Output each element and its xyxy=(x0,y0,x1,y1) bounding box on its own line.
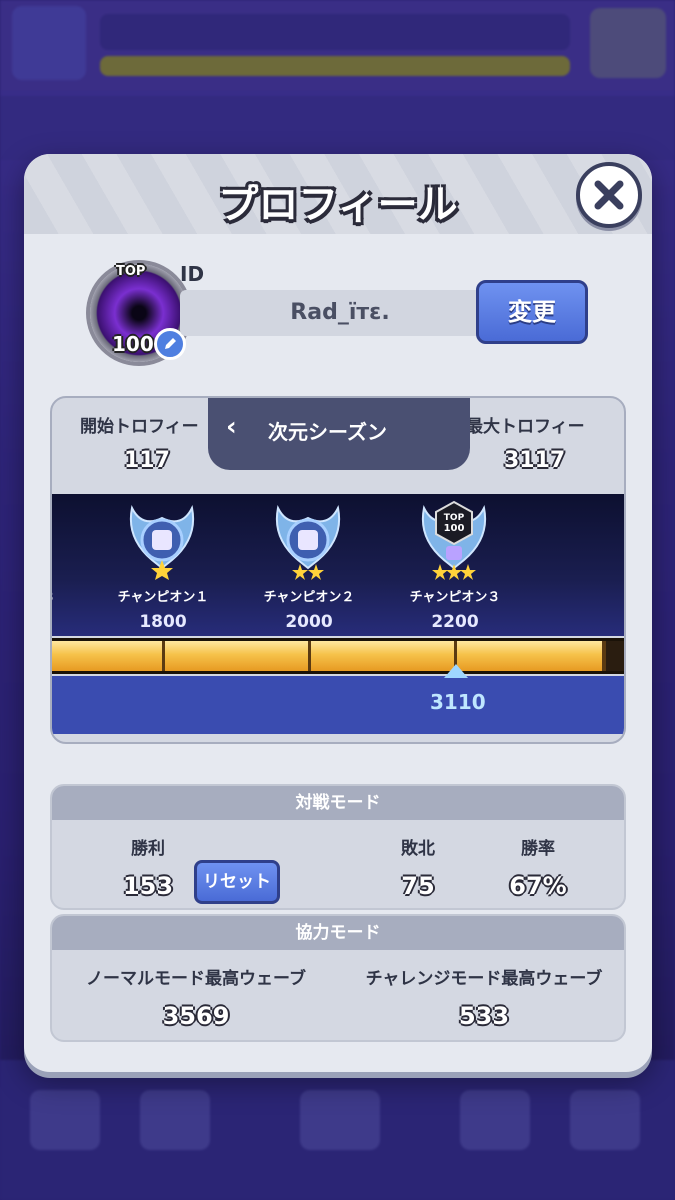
losses-value: 75 xyxy=(401,872,435,900)
rank-name: チャンピオン１ xyxy=(117,590,209,605)
pencil-icon xyxy=(165,338,176,349)
id-label: ID xyxy=(180,262,205,286)
close-button[interactable] xyxy=(576,162,642,228)
start-trophy-value: 117 xyxy=(124,448,170,473)
trophy-progress-fill xyxy=(52,641,605,671)
champion-top100-icon: TOP 100 xyxy=(422,500,486,580)
rank-name: チャンピオン２ xyxy=(263,590,355,605)
losses-label: 敗北 xyxy=(401,839,435,859)
reset-button[interactable]: リセット xyxy=(194,860,280,904)
change-id-button[interactable]: 変更 xyxy=(476,280,588,344)
background-avatar xyxy=(12,6,86,80)
background-shop-row xyxy=(0,96,675,160)
rank-score: 2000 xyxy=(285,612,333,632)
rank-strip[interactable]: ３ チャンピオン１ 1800 チャンピオン２ 2000 xyxy=(52,494,624,636)
svg-text:100: 100 xyxy=(444,523,465,534)
background-menu-icon xyxy=(590,8,666,78)
coop-mode-section: 協力モード ノーマルモード最高ウェーブ 3569 チャレンジモード最高ウェーブ … xyxy=(50,914,626,1042)
max-trophy-label: 最大トロフィー xyxy=(466,417,585,437)
avatar-badge-top: TOP xyxy=(116,264,146,279)
background-tab-5 xyxy=(570,1090,640,1150)
chevron-left-icon[interactable]: ‹ xyxy=(226,412,237,442)
progress-tick xyxy=(602,641,606,671)
rank-score: 1800 xyxy=(139,612,187,632)
current-trophy-zone: 3110 xyxy=(52,664,624,734)
trophy-progress-bar xyxy=(52,638,624,674)
start-trophy-label: 開始トロフィー xyxy=(80,417,199,437)
close-icon xyxy=(594,180,624,210)
winrate-value: 67% xyxy=(509,872,567,900)
progress-tick xyxy=(162,641,165,671)
background-tab-1 xyxy=(30,1090,100,1150)
winrate-label: 勝率 xyxy=(521,839,555,859)
progress-tick xyxy=(308,641,311,671)
challenge-wave-value: 533 xyxy=(458,1002,510,1030)
battle-mode-section: 対戦モード 勝利 153 リセット 敗北 75 勝率 67% xyxy=(50,784,626,910)
wins-label: 勝利 xyxy=(131,839,165,859)
champion-rank-icon xyxy=(276,504,340,580)
svg-text:TOP: TOP xyxy=(444,513,465,523)
season-selector[interactable]: ‹ 次元シーズン xyxy=(208,398,470,470)
normal-wave-value: 3569 xyxy=(162,1002,230,1030)
background-tab-2 xyxy=(140,1090,210,1150)
background-tab-4 xyxy=(460,1090,530,1150)
background-status-bar xyxy=(100,14,570,50)
trophy-panel: 開始トロフィー 117 最大トロフィー 3117 ‹ 次元シーズン ３ チャンピ… xyxy=(50,396,626,744)
season-label: 次元シーズン xyxy=(268,420,387,444)
challenge-wave-label: チャレンジモード最高ウェーブ xyxy=(365,969,603,989)
current-trophy-marker xyxy=(444,664,468,678)
background-tab-3 xyxy=(300,1090,380,1150)
id-field: Rad_ïтɛ. xyxy=(180,290,500,336)
avatar-badge-rank: 100 xyxy=(112,332,154,356)
max-trophy-value: 3117 xyxy=(504,448,566,473)
rank-name: チャンピオン３ xyxy=(409,590,501,605)
wins-value: 153 xyxy=(122,872,174,900)
rank-score: 2200 xyxy=(431,612,479,632)
champion-rank-icon xyxy=(130,504,194,580)
normal-wave-label: ノーマルモード最高ウェーブ xyxy=(86,969,306,989)
battle-mode-title: 対戦モード xyxy=(52,786,624,820)
coop-mode-title: 協力モード xyxy=(52,916,624,950)
profile-modal: プロフィール TOP 100 ID Rad_ïтɛ. 変更 開始トロフィー 11… xyxy=(24,154,652,1072)
current-trophy-value: 3110 xyxy=(430,690,486,714)
modal-title: プロフィール xyxy=(218,182,458,228)
background-progress-bar xyxy=(100,56,570,76)
